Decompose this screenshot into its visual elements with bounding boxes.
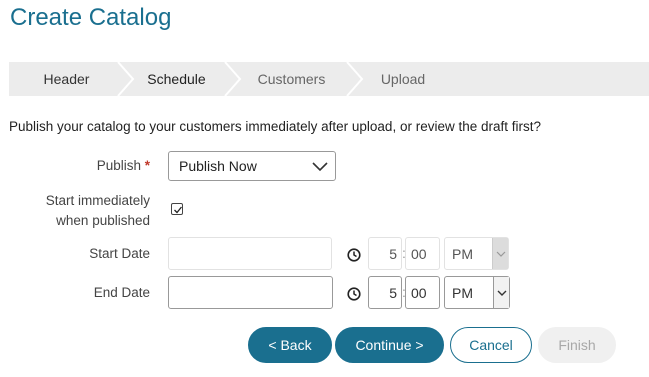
chevron-down-icon (312, 162, 328, 172)
end-date-input[interactable] (168, 276, 333, 309)
publish-select[interactable]: Publish Now (168, 151, 336, 181)
checkmark-icon (174, 206, 183, 214)
ampm-arrow (492, 238, 508, 269)
step-header[interactable]: Header (9, 62, 124, 96)
start-date-label: Start Date (89, 246, 150, 261)
start-immediately-label: Start immediately when published (45, 193, 150, 228)
start-ampm-select[interactable]: PM (444, 237, 509, 270)
back-button[interactable]: < Back (248, 327, 332, 363)
start-minute-input[interactable]: 00 (405, 237, 440, 270)
step-customers[interactable]: Customers (234, 62, 349, 96)
clock-icon (347, 248, 361, 262)
page-title: Create Catalog (10, 4, 172, 31)
ampm-arrow (493, 277, 509, 308)
wizard-steps: Header Schedule Customers Upload (9, 62, 649, 96)
step-label: Header (43, 71, 90, 87)
end-ampm-select[interactable]: PM (444, 276, 510, 309)
step-label: Customers (257, 71, 326, 87)
required-marker: * (144, 158, 150, 173)
chevron-down-icon (496, 251, 506, 257)
schedule-description: Publish your catalog to your customers i… (9, 119, 541, 134)
end-minute-input[interactable]: 00 (405, 276, 440, 309)
step-label: Schedule (147, 71, 206, 87)
publish-select-value: Publish Now (179, 158, 257, 174)
continue-button[interactable]: Continue > (335, 327, 444, 363)
start-hour-input[interactable]: 5 (368, 237, 402, 270)
start-immediately-checkbox[interactable] (171, 203, 183, 215)
step-label: Upload (380, 71, 426, 87)
chevron-down-icon (497, 290, 507, 296)
step-schedule[interactable]: Schedule (124, 62, 229, 96)
publish-label: Publish * (96, 158, 150, 173)
start-date-input[interactable] (168, 237, 332, 270)
cancel-button[interactable]: Cancel (450, 327, 532, 363)
step-upload[interactable]: Upload (349, 62, 457, 96)
end-hour-input[interactable]: 5 (368, 276, 402, 309)
end-date-label: End Date (93, 285, 150, 300)
finish-button[interactable]: Finish (538, 327, 616, 363)
clock-icon (347, 287, 361, 301)
